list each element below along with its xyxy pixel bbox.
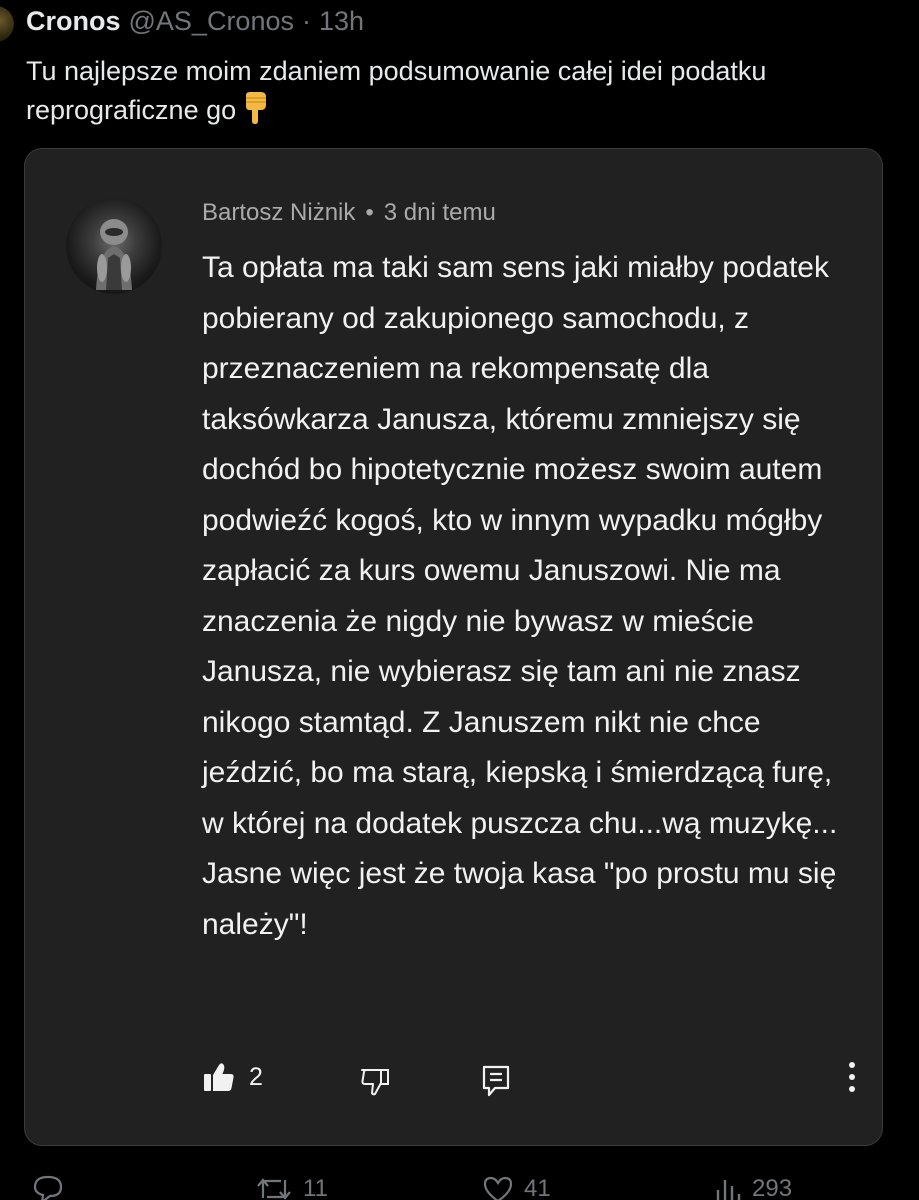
tweet-header: Cronos @AS_Cronos · 13h bbox=[26, 6, 364, 37]
reply-icon bbox=[482, 1065, 510, 1097]
comment-author-name[interactable]: Bartosz Niżnik bbox=[202, 199, 355, 227]
tweet-text: Tu najlepsze moim zdaniem podsumowanie c… bbox=[26, 52, 886, 130]
comment-timestamp[interactable]: 3 dni temu bbox=[384, 199, 496, 227]
more-options-button[interactable] bbox=[847, 1060, 857, 1094]
more-vertical-icon bbox=[849, 1062, 855, 1092]
tweet-reply-button[interactable] bbox=[32, 1174, 74, 1200]
speech-bubble-icon bbox=[33, 1175, 63, 1200]
thumbs-up-icon bbox=[204, 1063, 234, 1091]
tweet-author-handle[interactable]: @AS_Cronos bbox=[129, 6, 294, 37]
dislike-button[interactable] bbox=[359, 1068, 391, 1096]
comment-author-avatar[interactable] bbox=[66, 198, 162, 294]
tweet-timestamp[interactable]: 13h bbox=[319, 6, 364, 37]
like-button[interactable]: 2 bbox=[203, 1062, 263, 1092]
tweet-retweet-button[interactable]: 11 bbox=[255, 1174, 328, 1200]
tweet-author-avatar[interactable] bbox=[0, 6, 14, 42]
tweet-view-count: 293 bbox=[752, 1175, 793, 1200]
tweet-retweet-count: 11 bbox=[303, 1175, 328, 1200]
tweet-screenshot: Cronos @AS_Cronos · 13h Tu najlepsze moi… bbox=[0, 0, 919, 1200]
thumbs-down-icon bbox=[361, 1069, 389, 1096]
bar-chart-icon bbox=[716, 1180, 741, 1200]
like-count: 2 bbox=[249, 1062, 263, 1091]
reply-button[interactable] bbox=[481, 1064, 511, 1098]
tweet-text-content: Tu najlepsze moim zdaniem podsumowanie c… bbox=[26, 56, 767, 125]
tweet-author-name[interactable]: Cronos bbox=[26, 6, 121, 37]
comment-meta: Bartosz Niżnik • 3 dni temu bbox=[202, 199, 496, 227]
retweet-icon bbox=[257, 1178, 291, 1200]
tweet-views-button[interactable]: 293 bbox=[714, 1174, 792, 1200]
comment-meta-separator: • bbox=[365, 199, 374, 226]
tweet-like-count: 41 bbox=[524, 1175, 551, 1200]
tweet-action-bar: 11 41 293 bbox=[0, 1174, 919, 1200]
heart-icon bbox=[483, 1176, 513, 1200]
comment-body-text: Ta opłata ma taki sam sens jaki miałby p… bbox=[202, 251, 838, 941]
pointing-down-hand-icon bbox=[242, 91, 268, 125]
comment-action-bar: 2 bbox=[25, 1054, 882, 1104]
embedded-comment-card: Bartosz Niżnik • 3 dni temu Ta opłata ma… bbox=[24, 148, 883, 1146]
tweet-like-button[interactable]: 41 bbox=[482, 1174, 551, 1200]
tweet-header-separator: · bbox=[301, 6, 311, 36]
